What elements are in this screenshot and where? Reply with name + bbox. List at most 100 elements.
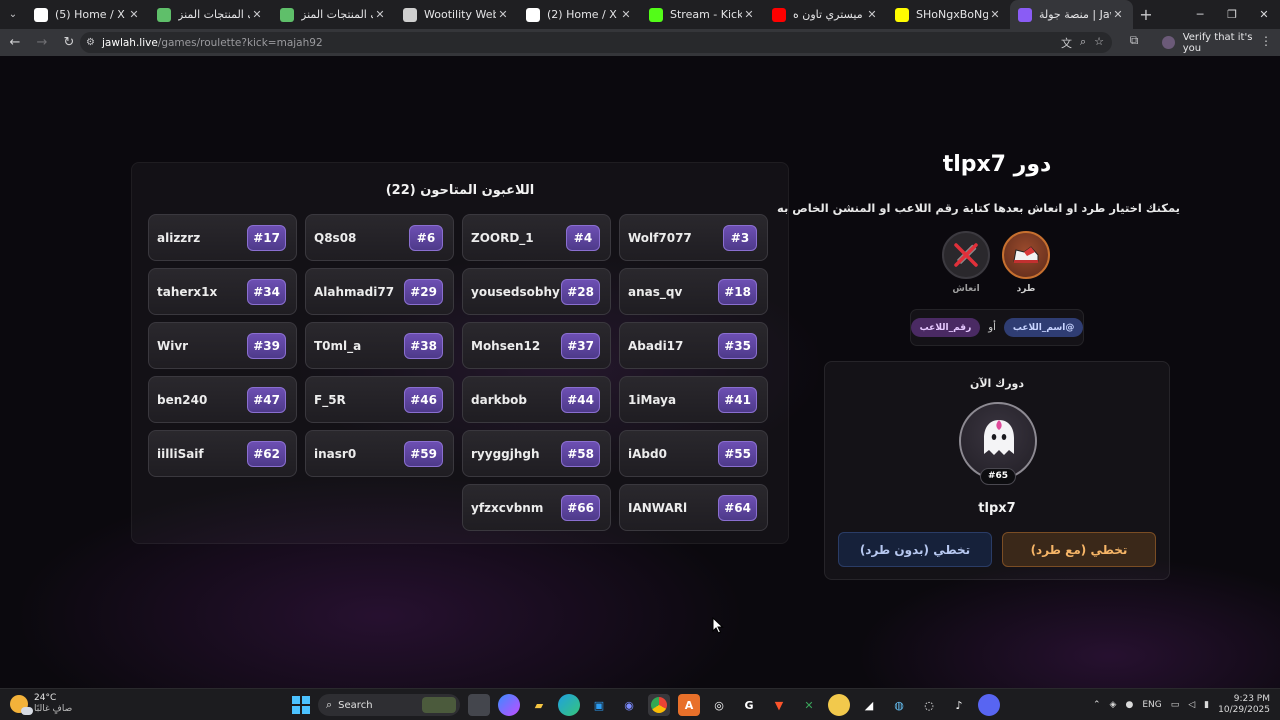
player-number-badge: #37 xyxy=(561,332,600,359)
app4-icon[interactable]: ◢ xyxy=(858,694,880,716)
tray-app-icon[interactable]: ◈ xyxy=(1110,700,1117,710)
browser-tab[interactable]: Stream - Kick Dashbo✕ xyxy=(641,0,764,29)
available-players-panel: اللاعبون المتاحون (22) Wolf7077 #3 ZOORD_1… xyxy=(131,162,789,544)
language-indicator[interactable]: ENG xyxy=(1142,700,1161,710)
reload-button[interactable]: ↻ xyxy=(57,29,81,56)
close-tab-icon[interactable]: ✕ xyxy=(373,8,387,21)
player-card[interactable]: ZOORD_1 #4 xyxy=(462,214,611,261)
player-card[interactable]: Abadi17 #35 xyxy=(619,322,768,369)
app-icon[interactable]: A xyxy=(678,694,700,716)
browser-tab[interactable]: كليبات ميستري تاون ه✕ xyxy=(764,0,887,29)
player-card[interactable]: yfzxcvbnm #66 xyxy=(462,484,611,531)
restore-icon[interactable]: ❐ xyxy=(1216,0,1248,29)
browser-tab[interactable]: اكتشف المنتجات المنز✕ xyxy=(272,0,395,29)
weather-sun-icon xyxy=(10,695,33,715)
player-card[interactable]: inasr0 #59 xyxy=(305,430,454,477)
app3-icon[interactable] xyxy=(828,694,850,716)
players-grid: Wolf7077 #3 ZOORD_1 #4 Q8s08 #6 alizzrz #17 anas… xyxy=(148,214,768,531)
discord-icon[interactable]: ◉ xyxy=(618,694,640,716)
forward-button[interactable]: → xyxy=(30,29,54,56)
battery-icon[interactable]: ▮ xyxy=(1204,700,1209,710)
steam-icon[interactable]: ◍ xyxy=(888,694,910,716)
player-card[interactable]: anas_qv #18 xyxy=(619,268,768,315)
kick-action[interactable]: طرد xyxy=(1001,231,1051,294)
microphone-icon[interactable]: ● xyxy=(1125,700,1133,710)
player-card[interactable]: Q8s08 #6 xyxy=(305,214,454,261)
close-tab-icon[interactable]: ✕ xyxy=(988,8,1002,21)
extensions-icon[interactable]: ⧉ xyxy=(1124,33,1144,53)
player-number-badge: #41 xyxy=(718,386,757,413)
app5-icon[interactable]: ◌ xyxy=(918,694,940,716)
bookmark-star-icon[interactable]: ☆ xyxy=(1094,35,1104,51)
revive-action[interactable]: انعاش xyxy=(941,231,991,294)
player-card[interactable]: ben240 #47 xyxy=(148,376,297,423)
chrome-icon[interactable] xyxy=(648,694,670,716)
close-tab-icon[interactable]: ✕ xyxy=(742,8,756,21)
tab-title: Wootility Web xyxy=(424,8,496,21)
tray-overflow-icon[interactable]: ⌃ xyxy=(1093,700,1101,710)
browser-tab-strip: ⌄ (5) Home / X✕اكتشف المنتجات المنز✕اكتش… xyxy=(0,0,1280,29)
player-card[interactable]: Wolf7077 #3 xyxy=(619,214,768,261)
site-info-icon[interactable]: ⚙ xyxy=(86,37,102,48)
player-card[interactable]: IANWARl #64 xyxy=(619,484,768,531)
translate-icon[interactable]: 文 xyxy=(1061,35,1072,51)
browser-tab[interactable]: منصة جولة | Jawlah - جولة✕ xyxy=(1010,0,1133,29)
close-tab-icon[interactable]: ✕ xyxy=(127,8,141,21)
player-card[interactable]: iAbd0 #55 xyxy=(619,430,768,477)
player-number-badge: #46 xyxy=(404,386,443,413)
player-name: Wolf7077 xyxy=(628,230,692,245)
network-icon[interactable]: ▭ xyxy=(1171,700,1180,710)
close-tab-icon[interactable]: ✕ xyxy=(619,8,633,21)
player-card[interactable]: Wivr #39 xyxy=(148,322,297,369)
skip-with-kick-button[interactable]: تخطي (مع طرد) xyxy=(1002,532,1156,567)
brave-icon[interactable]: ▼ xyxy=(768,694,790,716)
player-card[interactable]: Mohsen12 #37 xyxy=(462,322,611,369)
task-view-icon[interactable] xyxy=(468,694,490,716)
close-tab-icon[interactable]: ✕ xyxy=(250,8,264,21)
edge-icon[interactable] xyxy=(558,694,580,716)
app6-icon[interactable] xyxy=(978,694,1000,716)
zoom-icon[interactable]: ⌕ xyxy=(1080,35,1086,51)
youtube-icon xyxy=(772,7,786,22)
store-icon[interactable]: ▣ xyxy=(588,694,610,716)
weather-widget[interactable]: 24°C صافٍ غالبًا xyxy=(10,693,72,715)
new-tab-button[interactable]: + xyxy=(1133,5,1159,24)
browser-tab[interactable]: Wootility Web ✕ xyxy=(395,0,518,29)
minimize-icon[interactable]: ─ xyxy=(1184,0,1216,29)
player-card[interactable]: Alahmadi77 #29 xyxy=(305,268,454,315)
browser-tab[interactable]: اكتشف المنتجات المنز✕ xyxy=(149,0,272,29)
browser-tab[interactable]: (5) Home / X ✕ xyxy=(26,0,149,29)
app2-icon[interactable]: G xyxy=(738,694,760,716)
search-label: Search xyxy=(338,699,373,711)
xbox-icon[interactable]: ✕ xyxy=(798,694,820,716)
player-card[interactable]: 1iMaya #41 xyxy=(619,376,768,423)
clock[interactable]: 9:23 PM 10/29/2025 xyxy=(1218,694,1270,716)
player-card[interactable]: yousedsobhy #28 xyxy=(462,268,611,315)
browser-tab[interactable]: SHoNgxBoNg 20 عون✕ xyxy=(887,0,1010,29)
player-card[interactable]: darkbob #44 xyxy=(462,376,611,423)
player-number-badge: #35 xyxy=(718,332,757,359)
player-card[interactable]: iilliSaif #62 xyxy=(148,430,297,477)
player-card[interactable]: T0ml_a #38 xyxy=(305,322,454,369)
start-button[interactable] xyxy=(292,696,310,714)
player-card[interactable]: F_5R #46 xyxy=(305,376,454,423)
close-window-icon[interactable]: ✕ xyxy=(1248,0,1280,29)
close-tab-icon[interactable]: ✕ xyxy=(496,8,510,21)
volume-icon[interactable]: ◁ xyxy=(1188,700,1195,710)
close-tab-icon[interactable]: ✕ xyxy=(1111,8,1125,21)
address-bar[interactable]: ⚙ jawlah.live/games/roulette?kick=majah9… xyxy=(80,32,1112,53)
player-card[interactable]: ryyggjhgh #58 xyxy=(462,430,611,477)
back-button[interactable]: ← xyxy=(3,29,27,56)
player-card[interactable]: alizzrz #17 xyxy=(148,214,297,261)
tiktok-icon[interactable]: ♪ xyxy=(948,694,970,716)
taskbar-search[interactable]: ⌕ Search xyxy=(318,694,460,716)
player-card[interactable]: taherx1x #34 xyxy=(148,268,297,315)
browser-menu-icon[interactable]: ⋮ xyxy=(1260,34,1272,48)
file-explorer-icon[interactable]: ▰ xyxy=(528,694,550,716)
browser-tab[interactable]: (2) Home / X ✕ xyxy=(518,0,641,29)
tab-search-icon[interactable]: ⌄ xyxy=(0,0,26,29)
obs-icon[interactable]: ◎ xyxy=(708,694,730,716)
close-tab-icon[interactable]: ✕ xyxy=(865,8,879,21)
copilot-icon[interactable] xyxy=(498,694,520,716)
skip-without-kick-button[interactable]: تخطي (بدون طرد) xyxy=(838,532,992,567)
